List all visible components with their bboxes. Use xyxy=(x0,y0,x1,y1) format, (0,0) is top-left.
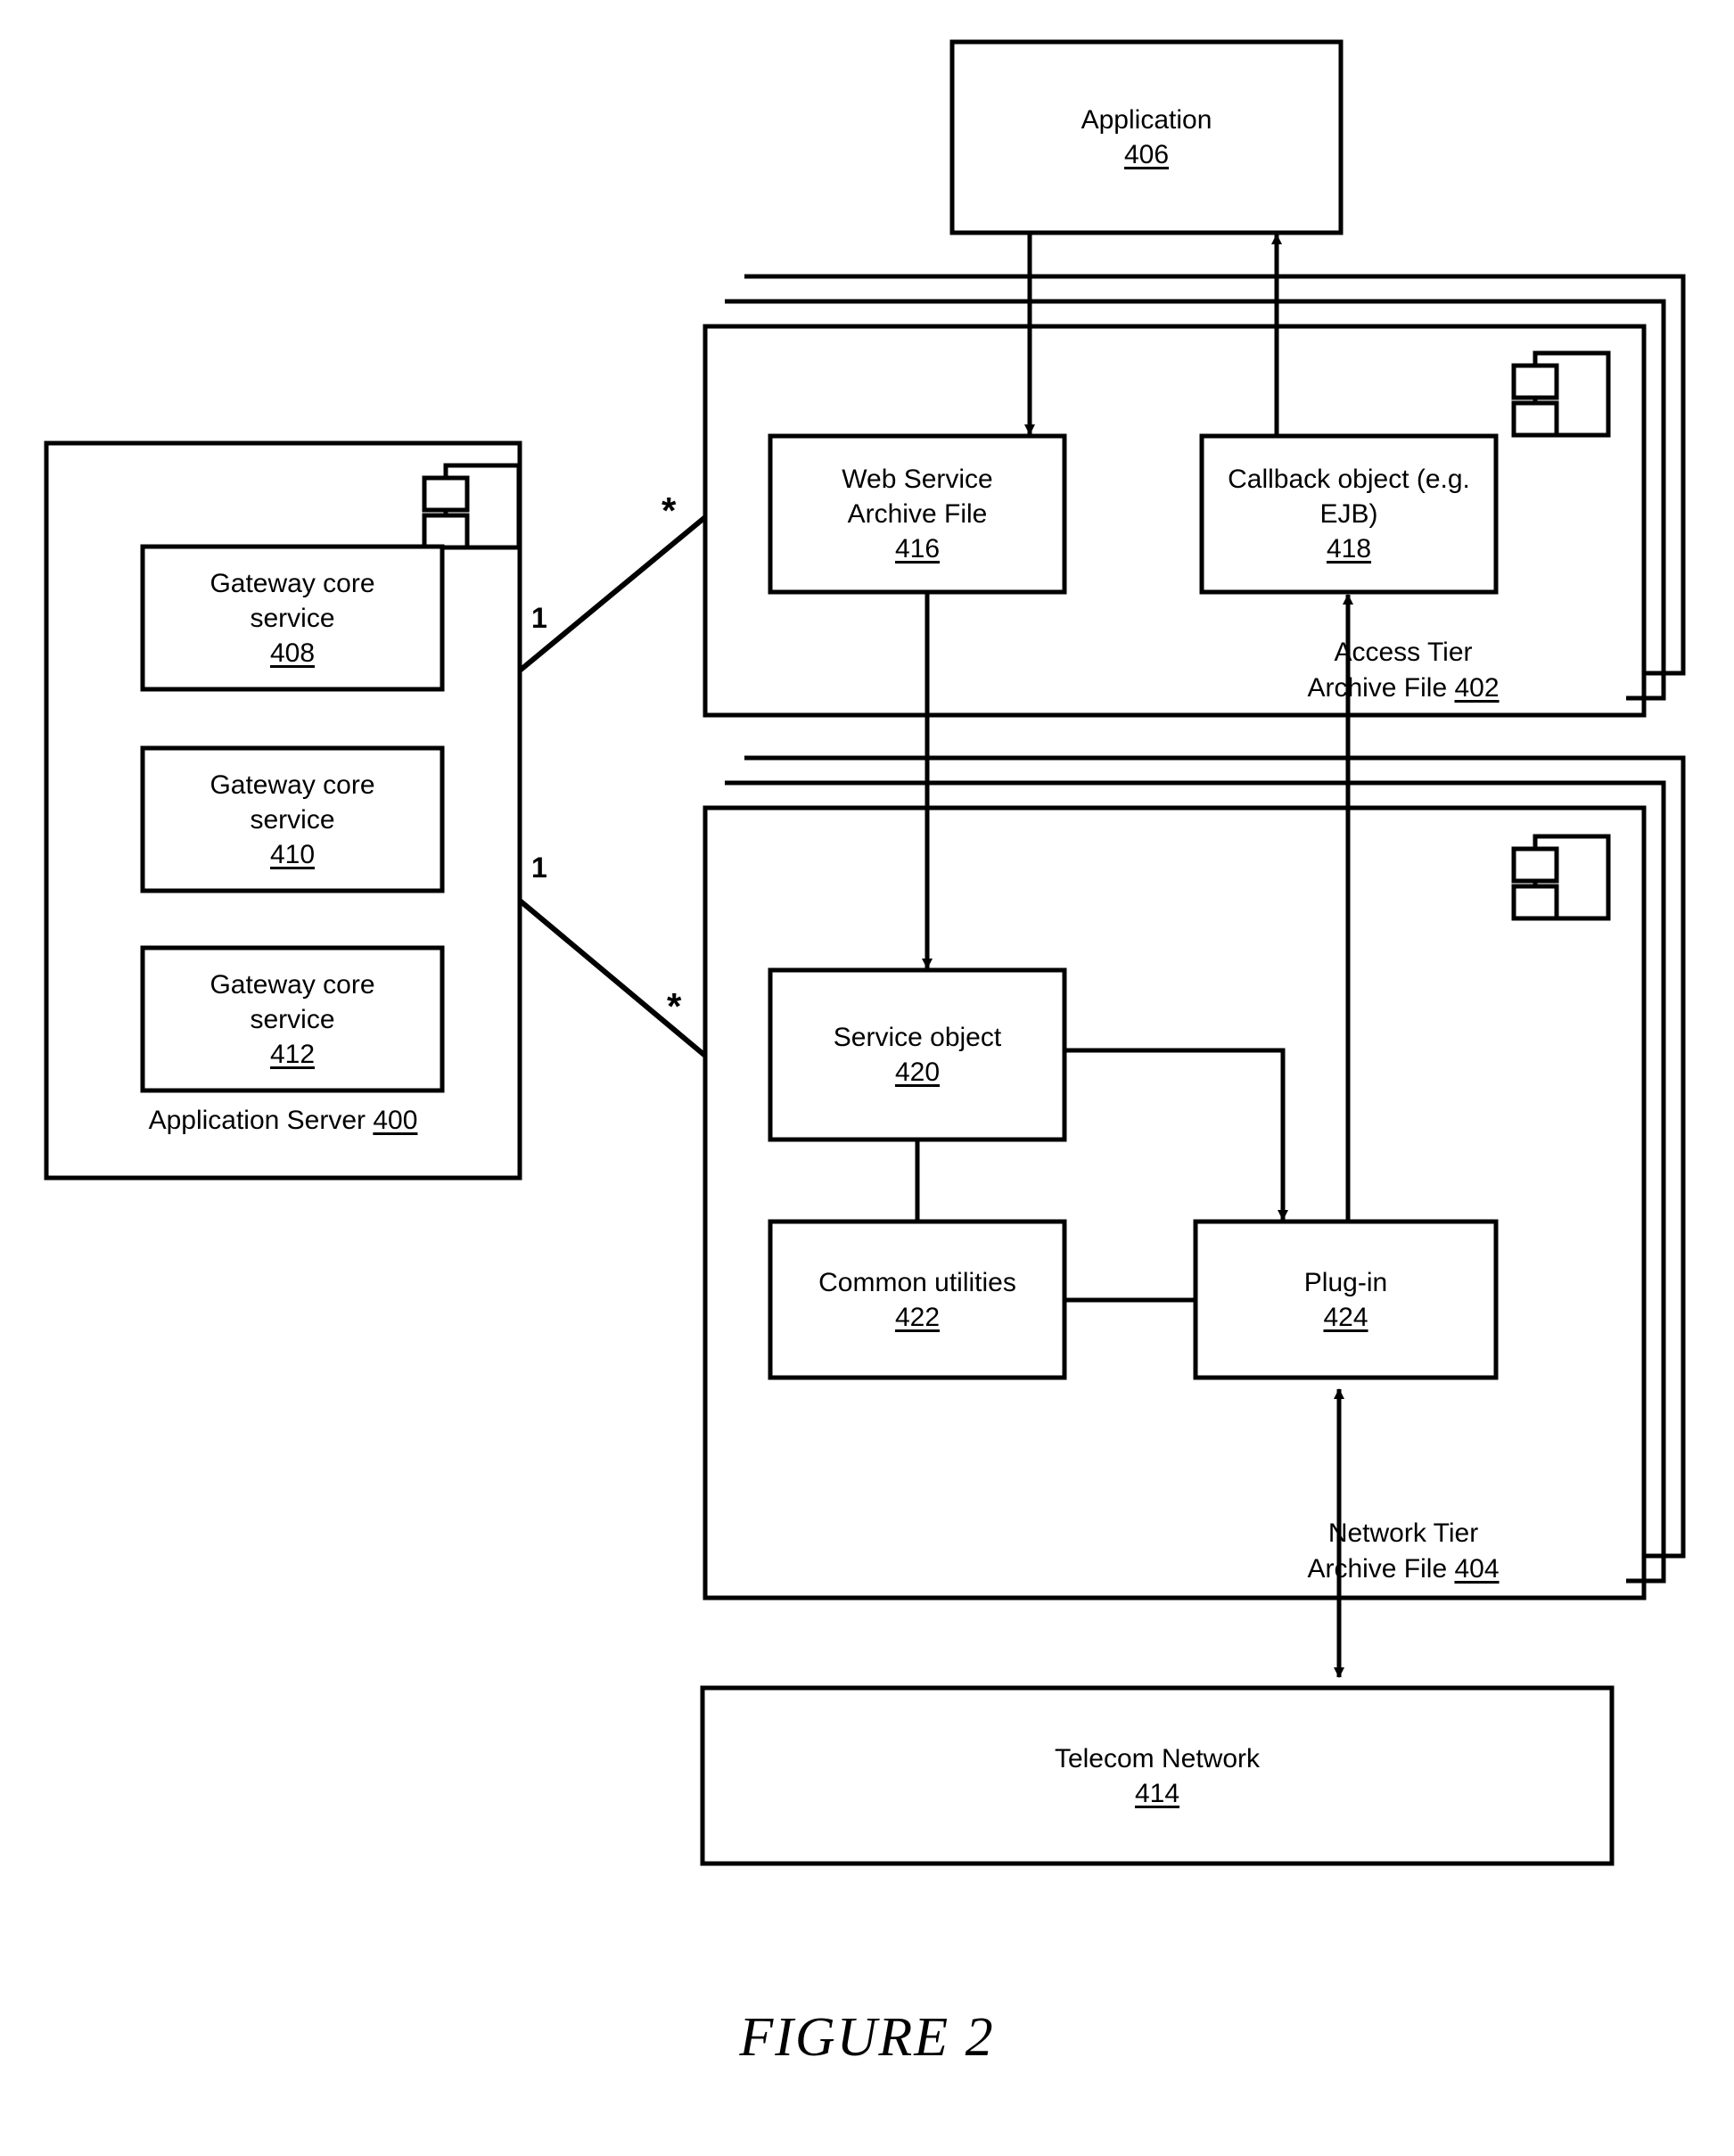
common-utilities-box xyxy=(768,1219,1067,1380)
application-box xyxy=(949,39,1344,235)
plugin-box xyxy=(1193,1219,1499,1380)
association-appserver-to-access-tier xyxy=(518,514,707,673)
gateway-core-service-408-box xyxy=(140,544,445,692)
uml-component-icon-network-tier xyxy=(1511,834,1611,921)
patent-figure-page: Application 406 Gateway core service 408… xyxy=(0,0,1734,2156)
telecom-network-box xyxy=(700,1685,1615,1866)
association-appserver-to-network-tier xyxy=(518,898,707,1058)
gateway-core-service-412-box xyxy=(140,945,445,1093)
diagram-canvas xyxy=(44,39,1686,1866)
gateway-core-service-410-box xyxy=(140,745,445,893)
uml-component-icon-application-server xyxy=(422,463,522,550)
web-service-archive-file-box xyxy=(768,433,1067,595)
callback-object-box xyxy=(1199,433,1499,595)
network-tier-archive-file-container xyxy=(703,805,1647,1601)
service-object-box xyxy=(768,967,1067,1142)
uml-component-icon-access-tier xyxy=(1511,350,1611,438)
